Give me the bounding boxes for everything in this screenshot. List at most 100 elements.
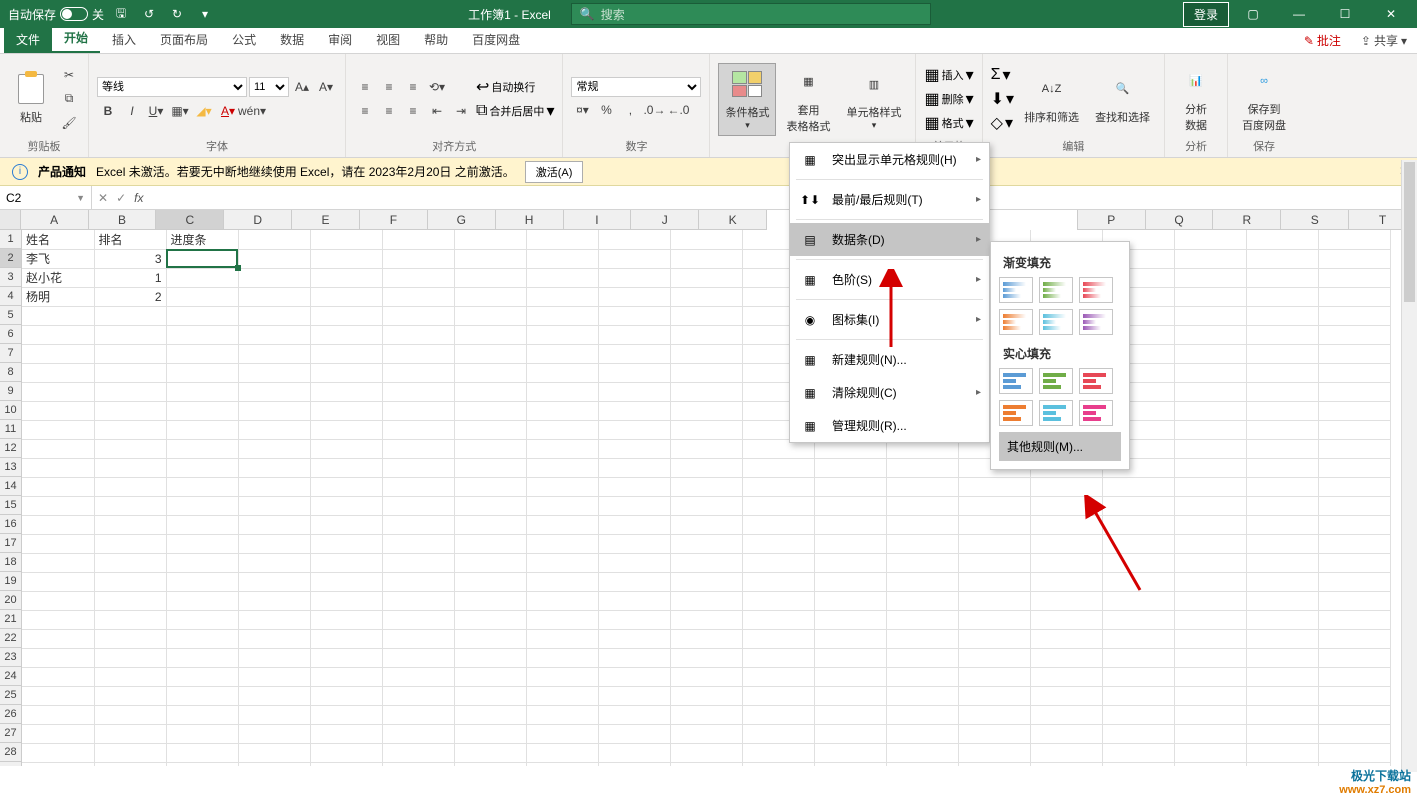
menu-top-bottom-rules[interactable]: ⬆⬇ 最前/最后规则(T)▸	[790, 183, 989, 216]
font-color-icon[interactable]: A▾	[217, 100, 239, 122]
login-button[interactable]: 登录	[1183, 2, 1229, 27]
tab-home[interactable]: 开始	[52, 24, 100, 53]
row-header-selected[interactable]: 2	[0, 249, 22, 268]
search-box[interactable]: 🔍 搜索	[571, 3, 931, 25]
activate-button[interactable]: 激活(A)	[525, 161, 584, 183]
row-header[interactable]: 12	[0, 439, 22, 458]
cell[interactable]: 赵小花	[22, 268, 94, 287]
fill-color-icon[interactable]: ◢▾	[193, 100, 215, 122]
paste-button[interactable]: 粘贴	[8, 69, 54, 129]
tab-help[interactable]: 帮助	[412, 26, 460, 53]
decrease-font-icon[interactable]: A▾	[315, 76, 337, 98]
autosum-button[interactable]: Σ▾	[991, 65, 1011, 85]
cell-styles-button[interactable]: ▥ 单元格样式 ▾	[840, 64, 907, 135]
row-header[interactable]: 28	[0, 743, 22, 762]
databar-gradient-red[interactable]	[1079, 277, 1113, 303]
menu-clear-rules[interactable]: ▦ 清除规则(C)▸	[790, 376, 989, 409]
align-bottom-icon[interactable]: ≡	[402, 76, 424, 98]
databar-gradient-purple[interactable]	[1079, 309, 1113, 335]
enter-formula-icon[interactable]: ✓	[116, 191, 126, 205]
tab-data[interactable]: 数据	[268, 26, 316, 53]
row-header[interactable]: 20	[0, 591, 22, 610]
databar-solid-blue[interactable]	[999, 368, 1033, 394]
select-all-corner[interactable]	[0, 210, 21, 230]
cancel-formula-icon[interactable]: ✕	[98, 191, 108, 205]
fill-button[interactable]: ⬇▾	[991, 89, 1014, 109]
align-top-icon[interactable]: ≡	[354, 76, 376, 98]
row-header[interactable]: 17	[0, 534, 22, 553]
databar-solid-orange[interactable]	[999, 400, 1033, 426]
fill-handle[interactable]	[235, 265, 241, 271]
menu-icon-sets[interactable]: ◉ 图标集(I)▸	[790, 303, 989, 336]
align-middle-icon[interactable]: ≡	[378, 76, 400, 98]
sort-filter-button[interactable]: A↓Z 排序和筛选	[1018, 69, 1085, 129]
row-header[interactable]: 21	[0, 610, 22, 629]
copy-icon[interactable]: ⧉	[58, 88, 80, 110]
number-format-select[interactable]: 常规	[571, 77, 701, 97]
format-cells-button[interactable]: ▦格式▾	[924, 113, 973, 133]
cell[interactable]: 姓名	[22, 230, 94, 249]
row-header[interactable]: 6	[0, 325, 22, 344]
increase-decimal-icon[interactable]: .0→	[643, 99, 665, 121]
col-header-selected[interactable]: C	[156, 210, 224, 230]
cut-icon[interactable]: ✂	[58, 64, 80, 86]
italic-icon[interactable]: I	[121, 100, 143, 122]
qat-dropdown-icon[interactable]: ▾	[194, 3, 216, 25]
align-center-icon[interactable]: ≡	[378, 100, 400, 122]
tab-formulas[interactable]: 公式	[220, 26, 268, 53]
autosave-toggle[interactable]: 自动保存 关	[8, 6, 104, 23]
ribbon-display-icon[interactable]: ▢	[1231, 0, 1275, 28]
comments-button[interactable]: ✎批注	[1294, 28, 1351, 53]
databar-gradient-cyan[interactable]	[1039, 309, 1073, 335]
wrap-text-button[interactable]: ↩自动换行	[476, 77, 535, 97]
maximize-icon[interactable]: ☐	[1323, 0, 1367, 28]
tab-insert[interactable]: 插入	[100, 26, 148, 53]
scrollbar-thumb[interactable]	[1404, 162, 1415, 302]
menu-manage-rules[interactable]: ▦ 管理规则(R)...	[790, 409, 989, 442]
menu-new-rule[interactable]: ▦ 新建规则(N)...	[790, 343, 989, 376]
row-header[interactable]: 13	[0, 458, 22, 477]
tab-file[interactable]: 文件	[4, 26, 52, 53]
cell[interactable]: 进度条	[166, 230, 238, 249]
align-left-icon[interactable]: ≡	[354, 100, 376, 122]
tab-baidu[interactable]: 百度网盘	[460, 26, 532, 53]
orientation-icon[interactable]: ⟲▾	[426, 76, 448, 98]
worksheet-grid[interactable]: A B C D E F G H I J K P Q R S T 1 2 3 4 …	[0, 210, 1417, 766]
indent-icon[interactable]: ⇥	[450, 100, 472, 122]
col-header[interactable]: I	[564, 210, 632, 230]
col-header[interactable]: A	[21, 210, 89, 230]
cell[interactable]: 1	[94, 268, 166, 287]
clear-button[interactable]: ◇▾	[991, 113, 1013, 133]
col-header[interactable]: K	[699, 210, 767, 230]
delete-cells-button[interactable]: ▦删除▾	[924, 89, 973, 109]
font-name-select[interactable]: 等线	[97, 77, 247, 97]
row-header[interactable]: 19	[0, 572, 22, 591]
analyze-data-button[interactable]: 📊 分析 数据	[1173, 61, 1219, 137]
row-header[interactable]: 1	[0, 230, 22, 249]
col-header[interactable]: B	[89, 210, 157, 230]
phonetic-icon[interactable]: wén▾	[241, 100, 263, 122]
cell[interactable]: 李飞	[22, 249, 94, 268]
border-icon[interactable]: ▦▾	[169, 100, 191, 122]
row-header[interactable]: 4	[0, 287, 22, 306]
row-header[interactable]: 8	[0, 363, 22, 382]
col-header[interactable]: H	[496, 210, 564, 230]
more-rules-button[interactable]: 其他规则(M)...	[999, 432, 1121, 461]
cell[interactable]: 排名	[94, 230, 166, 249]
row-header[interactable]: 3	[0, 268, 22, 287]
vertical-scrollbar[interactable]	[1401, 160, 1417, 772]
underline-icon[interactable]: U▾	[145, 100, 167, 122]
redo-icon[interactable]: ↻	[166, 3, 188, 25]
conditional-formatting-button[interactable]: 条件格式 ▾	[718, 63, 776, 136]
cell[interactable]: 3	[94, 249, 166, 268]
row-header[interactable]: 25	[0, 686, 22, 705]
cell[interactable]: 杨明	[22, 287, 94, 306]
col-header[interactable]: P	[1078, 210, 1146, 230]
cell-selected[interactable]	[166, 249, 238, 268]
format-painter-icon[interactable]: 🖌	[58, 112, 80, 134]
row-header[interactable]: 10	[0, 401, 22, 420]
merge-center-button[interactable]: ⧉合并后居中▾	[476, 101, 554, 121]
databar-solid-cyan[interactable]	[1039, 400, 1073, 426]
decrease-decimal-icon[interactable]: ←.0	[667, 99, 689, 121]
row-header[interactable]: 11	[0, 420, 22, 439]
